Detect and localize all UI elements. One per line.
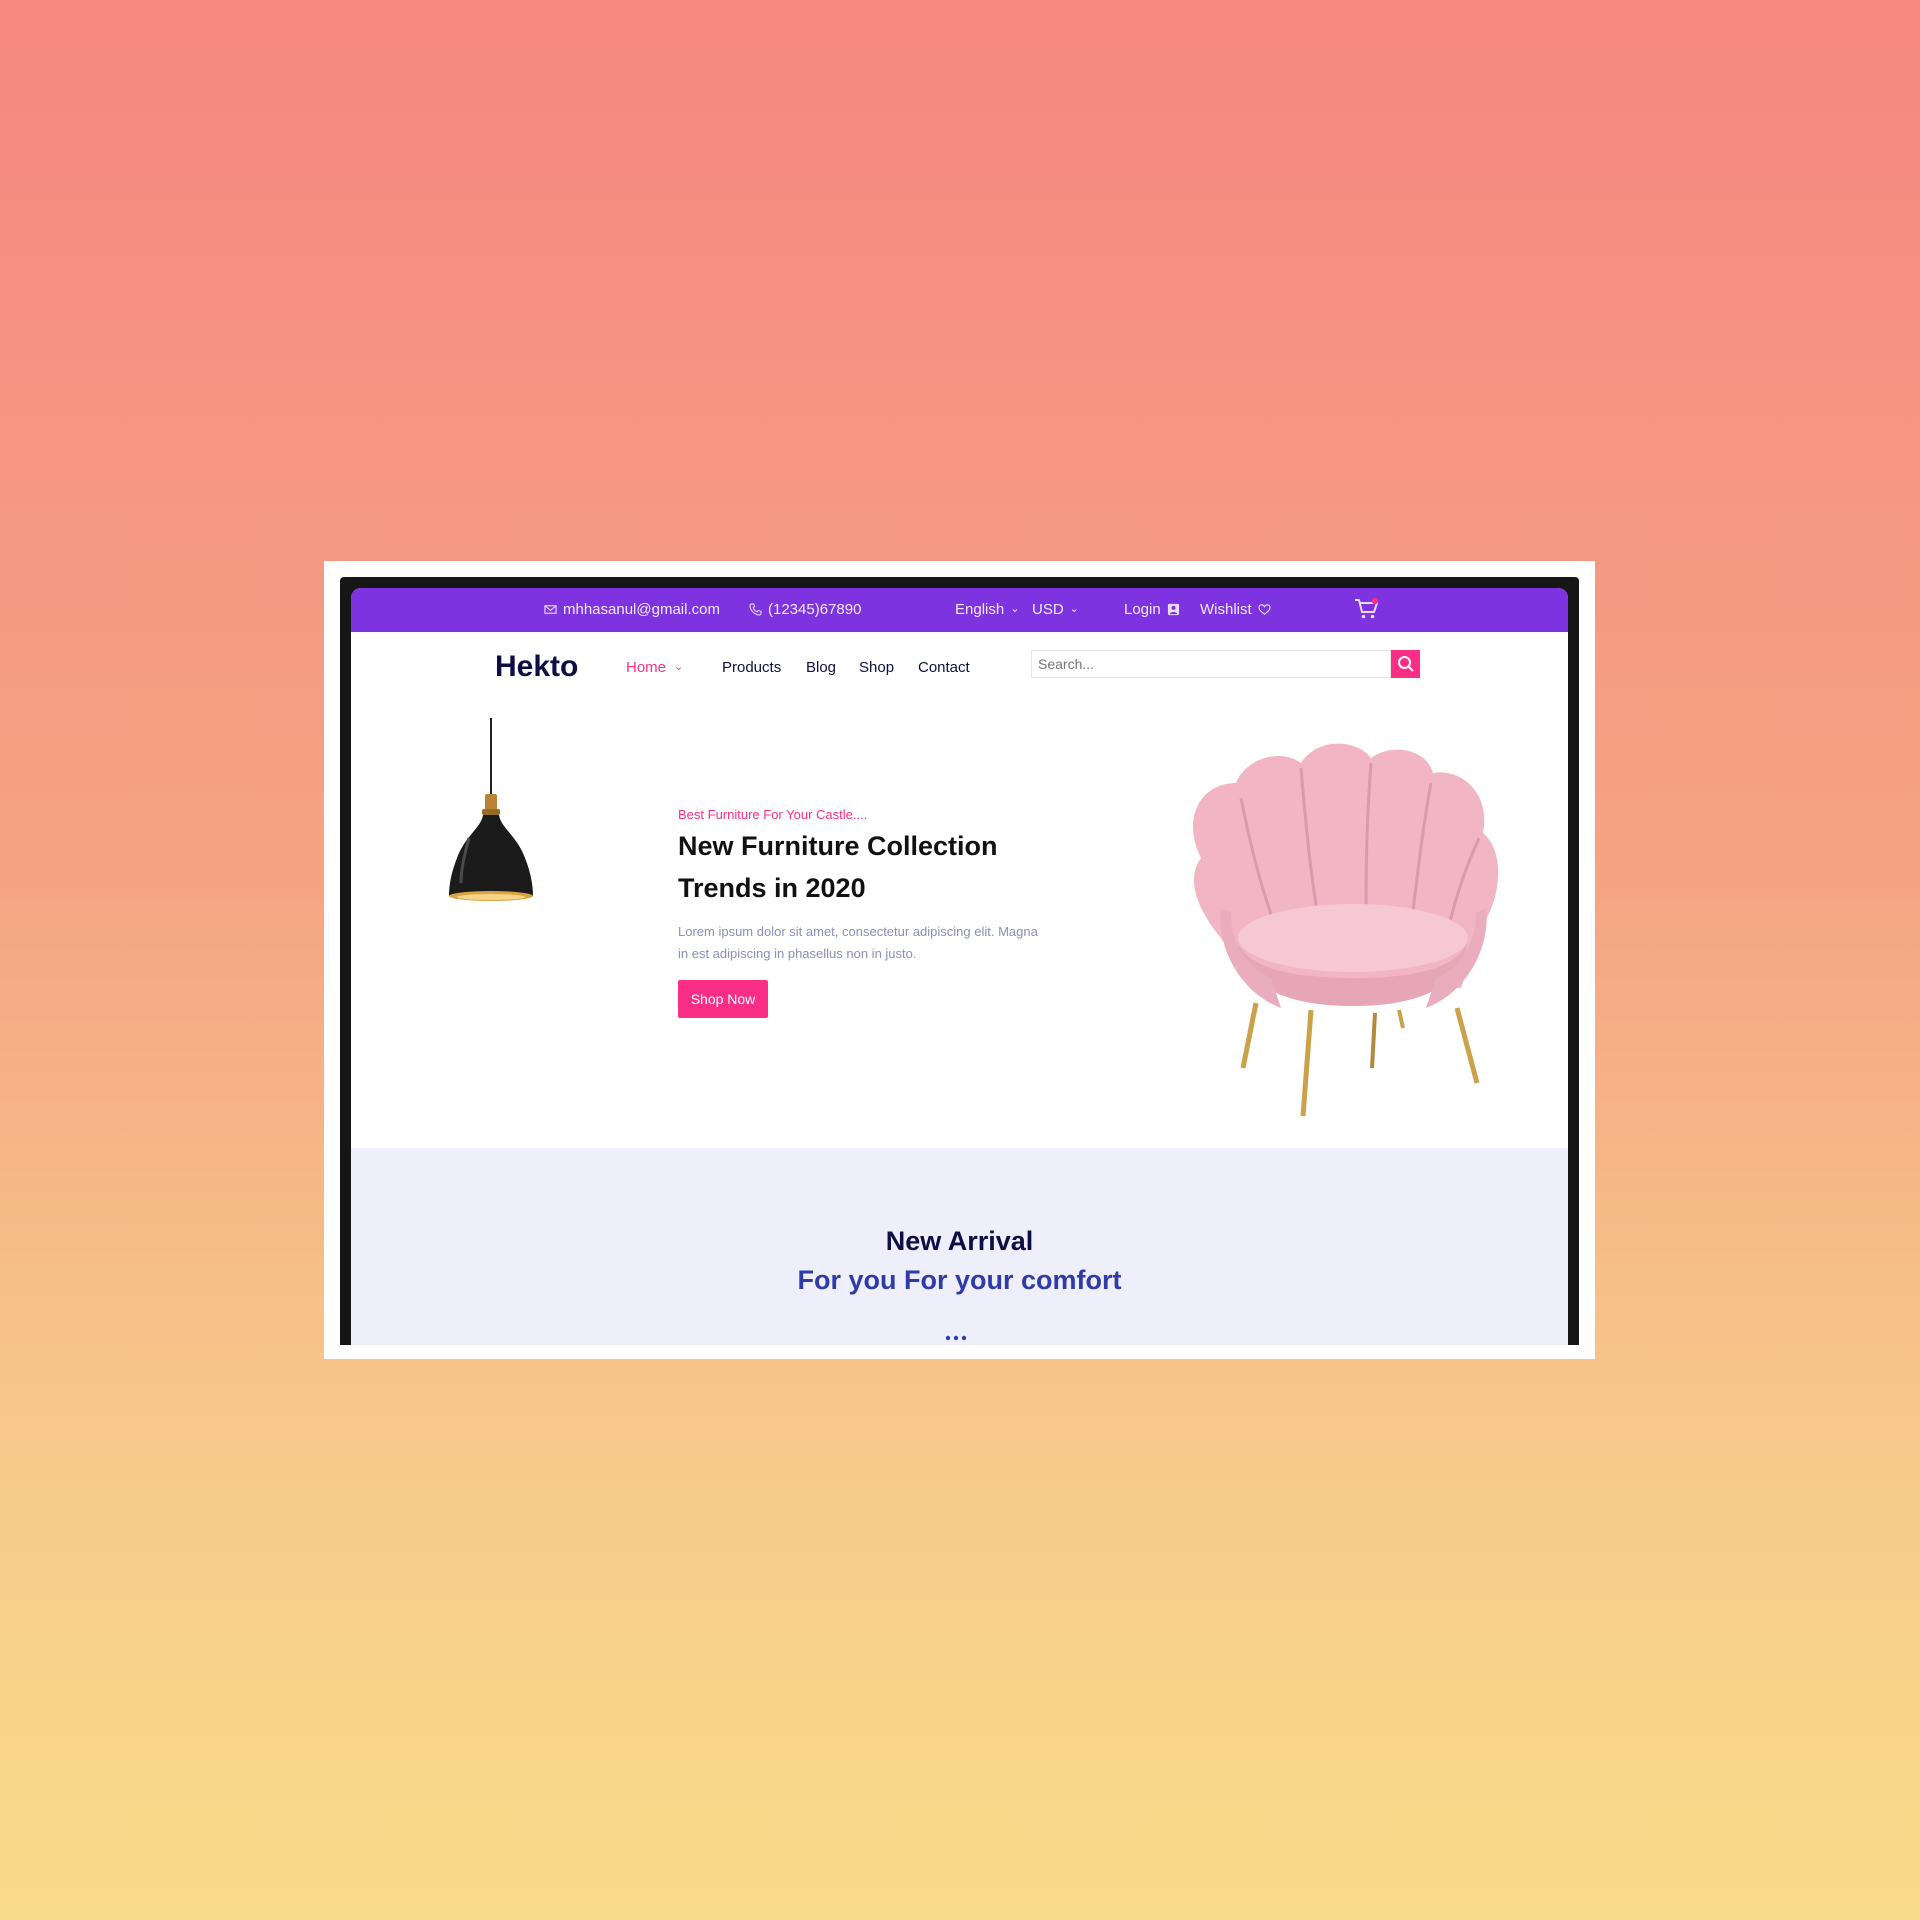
hero-description-line1: Lorem ipsum dolor sit amet, consectetur … <box>678 924 1038 939</box>
screenshot-frame: mhhasanul@gmail.com (12345)67890 English… <box>324 561 1595 1359</box>
chevron-down-icon: ⌄ <box>674 661 684 673</box>
contact-phone[interactable]: (12345)67890 <box>749 601 861 618</box>
email-text: mhhasanul@gmail.com <box>563 601 720 618</box>
chevron-down-icon: ⌄ <box>1010 603 1020 615</box>
contact-email[interactable]: mhhasanul@gmail.com <box>544 601 720 618</box>
top-bar: mhhasanul@gmail.com (12345)67890 English… <box>351 588 1568 632</box>
nav-home[interactable]: Home ⌄ <box>626 659 683 676</box>
search-button[interactable] <box>1391 650 1420 678</box>
nav-home-label: Home <box>626 659 667 676</box>
monitor-bezel: mhhasanul@gmail.com (12345)67890 English… <box>340 577 1579 1345</box>
login-label: Login <box>1124 601 1161 618</box>
phone-icon <box>749 603 762 616</box>
search-input[interactable] <box>1032 651 1390 677</box>
hero-description-line2: in est adipiscing in phasellus non in ju… <box>678 946 917 961</box>
new-arrivals-section: New Arrival For you For your comfort <box>351 1148 1568 1345</box>
pink-armchair-image <box>1193 743 1499 1117</box>
mail-icon <box>544 605 557 614</box>
search-icon <box>1397 656 1414 672</box>
user-icon <box>1167 603 1179 616</box>
wishlist-label: Wishlist <box>1200 601 1252 618</box>
brand-logo[interactable]: Hekto <box>495 650 578 684</box>
cart-icon <box>1355 597 1379 619</box>
wishlist-link[interactable]: Wishlist <box>1200 601 1271 618</box>
nav-blog[interactable]: Blog <box>806 659 836 676</box>
language-select[interactable]: English ⌄ <box>955 601 1019 618</box>
language-label: English <box>955 601 1005 618</box>
website-screen: mhhasanul@gmail.com (12345)67890 English… <box>351 588 1568 1345</box>
pendant-lamp-image <box>449 718 533 901</box>
search-box <box>1031 650 1391 678</box>
hero-tagline: Best Furniture For Your Castle.... <box>678 807 868 822</box>
hero-title-line2: Trends in 2020 <box>678 873 866 903</box>
heart-icon <box>1258 604 1271 615</box>
nav-products[interactable]: Products <box>722 659 781 676</box>
currency-label: USD <box>1032 601 1064 618</box>
nav-shop[interactable]: Shop <box>859 659 894 676</box>
login-link[interactable]: Login <box>1124 601 1180 618</box>
shop-now-button[interactable]: Shop Now <box>678 980 768 1018</box>
new-arrival-subtitle: For you For your comfort <box>797 1265 1122 1295</box>
carousel-dots[interactable] <box>943 1334 977 1342</box>
nav-contact[interactable]: Contact <box>918 659 970 676</box>
phone-text: (12345)67890 <box>768 601 862 618</box>
new-arrival-title: New Arrival <box>885 1226 1034 1256</box>
hero-title-line1: New Furniture Collection <box>678 831 998 861</box>
cart-button[interactable] <box>1354 597 1380 621</box>
chevron-down-icon: ⌄ <box>1069 603 1079 615</box>
currency-select[interactable]: USD ⌄ <box>1032 601 1079 618</box>
